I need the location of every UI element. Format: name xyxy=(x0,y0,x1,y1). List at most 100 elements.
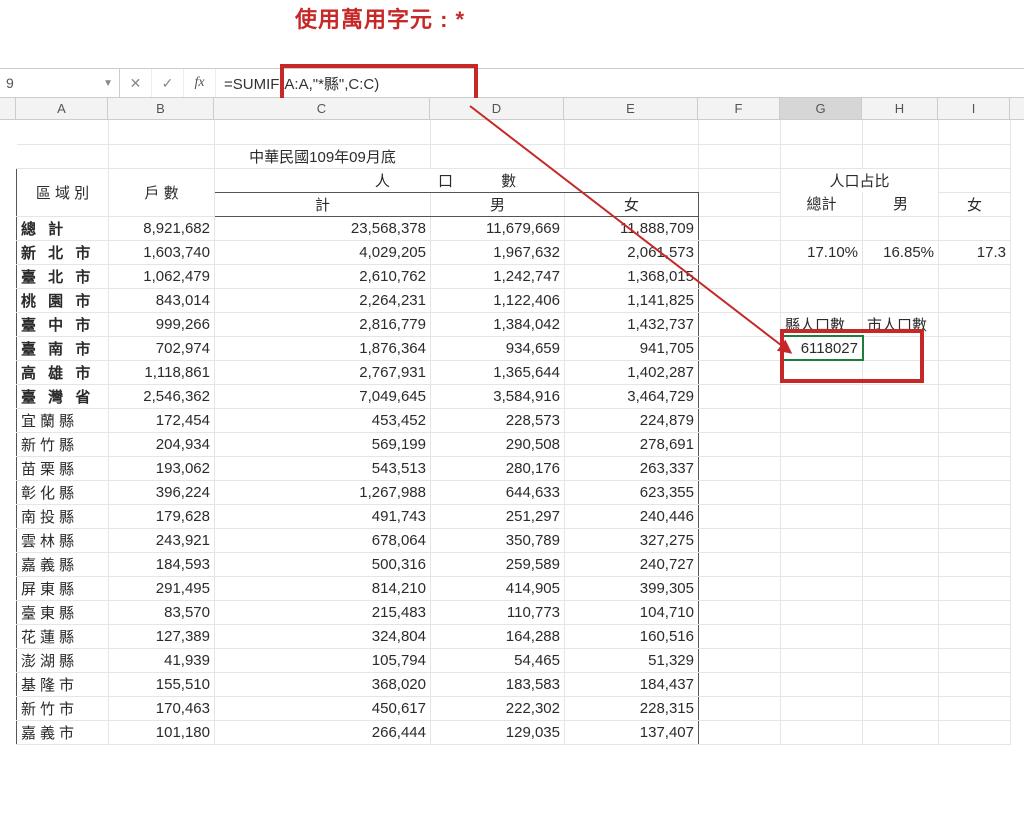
cell-households[interactable]: 702,974 xyxy=(109,336,215,360)
cell-g[interactable] xyxy=(781,432,863,456)
cell-g[interactable]: 17.10% xyxy=(781,240,863,264)
cell-male[interactable]: 129,035 xyxy=(431,720,565,744)
col-header-B[interactable]: B xyxy=(108,98,214,119)
cell-total[interactable]: 2,610,762 xyxy=(215,264,431,288)
col-header-E[interactable]: E xyxy=(564,98,698,119)
cell-g[interactable] xyxy=(781,672,863,696)
cell-region[interactable]: 臺 北 市 xyxy=(17,264,109,288)
cell-i[interactable] xyxy=(939,456,1011,480)
cell-h[interactable] xyxy=(863,360,939,384)
cell-total[interactable]: 543,513 xyxy=(215,456,431,480)
cell-region[interactable]: 雲林縣 xyxy=(17,528,109,552)
cell-households[interactable]: 170,463 xyxy=(109,696,215,720)
cell-total[interactable]: 2,816,779 xyxy=(215,312,431,336)
cell-female[interactable]: 941,705 xyxy=(565,336,699,360)
cell-g[interactable] xyxy=(781,624,863,648)
cell-h[interactable] xyxy=(863,552,939,576)
cell-i[interactable] xyxy=(939,528,1011,552)
cell-g[interactable] xyxy=(781,576,863,600)
cell-male[interactable]: 1,122,406 xyxy=(431,288,565,312)
cell-region[interactable]: 屏東縣 xyxy=(17,576,109,600)
cell-i[interactable]: 17.3 xyxy=(939,240,1011,264)
cell-female[interactable]: 224,879 xyxy=(565,408,699,432)
cell-female[interactable]: 104,710 xyxy=(565,600,699,624)
cell-male[interactable]: 280,176 xyxy=(431,456,565,480)
cell-region[interactable]: 新竹縣 xyxy=(17,432,109,456)
cell-male[interactable]: 934,659 xyxy=(431,336,565,360)
cell-i[interactable] xyxy=(939,696,1011,720)
cell-h[interactable] xyxy=(863,336,939,360)
cell-total[interactable]: 266,444 xyxy=(215,720,431,744)
cell-households[interactable]: 127,389 xyxy=(109,624,215,648)
formula-input[interactable]: =SUMIF(A:A,"*縣",C:C) xyxy=(216,69,1024,97)
col-header-I[interactable]: I xyxy=(938,98,1010,119)
cell-g[interactable] xyxy=(781,696,863,720)
cell-h[interactable] xyxy=(863,672,939,696)
cell-region[interactable]: 臺 灣 省 xyxy=(17,384,109,408)
cell-region[interactable]: 高 雄 市 xyxy=(17,360,109,384)
cell-total[interactable]: 1,876,364 xyxy=(215,336,431,360)
cell-i[interactable] xyxy=(939,264,1011,288)
cell-male[interactable]: 222,302 xyxy=(431,696,565,720)
cell-total[interactable]: 500,316 xyxy=(215,552,431,576)
cell-female[interactable]: 327,275 xyxy=(565,528,699,552)
cell-region[interactable]: 嘉義市 xyxy=(17,720,109,744)
cell-i[interactable] xyxy=(939,672,1011,696)
cell-blank[interactable] xyxy=(699,432,781,456)
cell-g[interactable]: 縣人口數 xyxy=(781,312,863,336)
cell-blank[interactable] xyxy=(699,528,781,552)
cell-male[interactable]: 644,633 xyxy=(431,480,565,504)
select-all-corner[interactable] xyxy=(0,98,16,119)
cell-blank[interactable] xyxy=(699,408,781,432)
cell-h[interactable] xyxy=(863,504,939,528)
col-header-G[interactable]: G xyxy=(780,98,862,119)
cell-blank[interactable] xyxy=(699,312,781,336)
cell-households[interactable]: 1,062,479 xyxy=(109,264,215,288)
cell-total[interactable]: 678,064 xyxy=(215,528,431,552)
cell-total[interactable]: 2,264,231 xyxy=(215,288,431,312)
cell-h[interactable] xyxy=(863,456,939,480)
cell-g[interactable] xyxy=(781,216,863,240)
cell-region[interactable]: 臺東縣 xyxy=(17,600,109,624)
hdr-household[interactable]: 戶 數 xyxy=(109,168,215,216)
cell-households[interactable]: 1,118,861 xyxy=(109,360,215,384)
cell-blank[interactable] xyxy=(699,720,781,744)
name-box-dropdown-icon[interactable]: ▼ xyxy=(103,78,113,89)
cell-female[interactable]: 1,141,825 xyxy=(565,288,699,312)
cell-region[interactable]: 嘉義縣 xyxy=(17,552,109,576)
cell-households[interactable]: 204,934 xyxy=(109,432,215,456)
cell-female[interactable]: 2,061,573 xyxy=(565,240,699,264)
cell-i[interactable] xyxy=(939,432,1011,456)
cell-i[interactable] xyxy=(939,648,1011,672)
cell-households[interactable]: 243,921 xyxy=(109,528,215,552)
cell-total[interactable]: 491,743 xyxy=(215,504,431,528)
col-header-C[interactable]: C xyxy=(214,98,430,119)
cell-male[interactable]: 350,789 xyxy=(431,528,565,552)
cell-male[interactable]: 1,967,632 xyxy=(431,240,565,264)
cell-households[interactable]: 41,939 xyxy=(109,648,215,672)
cell-g[interactable] xyxy=(781,456,863,480)
cell-blank[interactable] xyxy=(699,672,781,696)
cell-female[interactable]: 3,464,729 xyxy=(565,384,699,408)
cell-i[interactable] xyxy=(939,408,1011,432)
cell-region[interactable]: 澎湖縣 xyxy=(17,648,109,672)
title-cell[interactable]: 中華民國109年09月底 xyxy=(215,144,431,168)
cell-total[interactable]: 1,267,988 xyxy=(215,480,431,504)
cell-g[interactable] xyxy=(781,408,863,432)
col-header-D[interactable]: D xyxy=(430,98,564,119)
cell-i[interactable] xyxy=(939,480,1011,504)
cell-g[interactable] xyxy=(781,384,863,408)
cell-region[interactable]: 總 計 xyxy=(17,216,109,240)
cell-households[interactable]: 843,014 xyxy=(109,288,215,312)
cell-blank[interactable] xyxy=(699,624,781,648)
cell-male[interactable]: 290,508 xyxy=(431,432,565,456)
name-box[interactable]: 9 ▼ xyxy=(0,69,120,97)
cell-h[interactable] xyxy=(863,576,939,600)
cell-female[interactable]: 137,407 xyxy=(565,720,699,744)
cell-female[interactable]: 278,691 xyxy=(565,432,699,456)
cell-male[interactable]: 1,365,644 xyxy=(431,360,565,384)
cell-blank[interactable] xyxy=(699,288,781,312)
cell-households[interactable]: 172,454 xyxy=(109,408,215,432)
cell-blank[interactable] xyxy=(699,504,781,528)
cell-h[interactable] xyxy=(863,528,939,552)
